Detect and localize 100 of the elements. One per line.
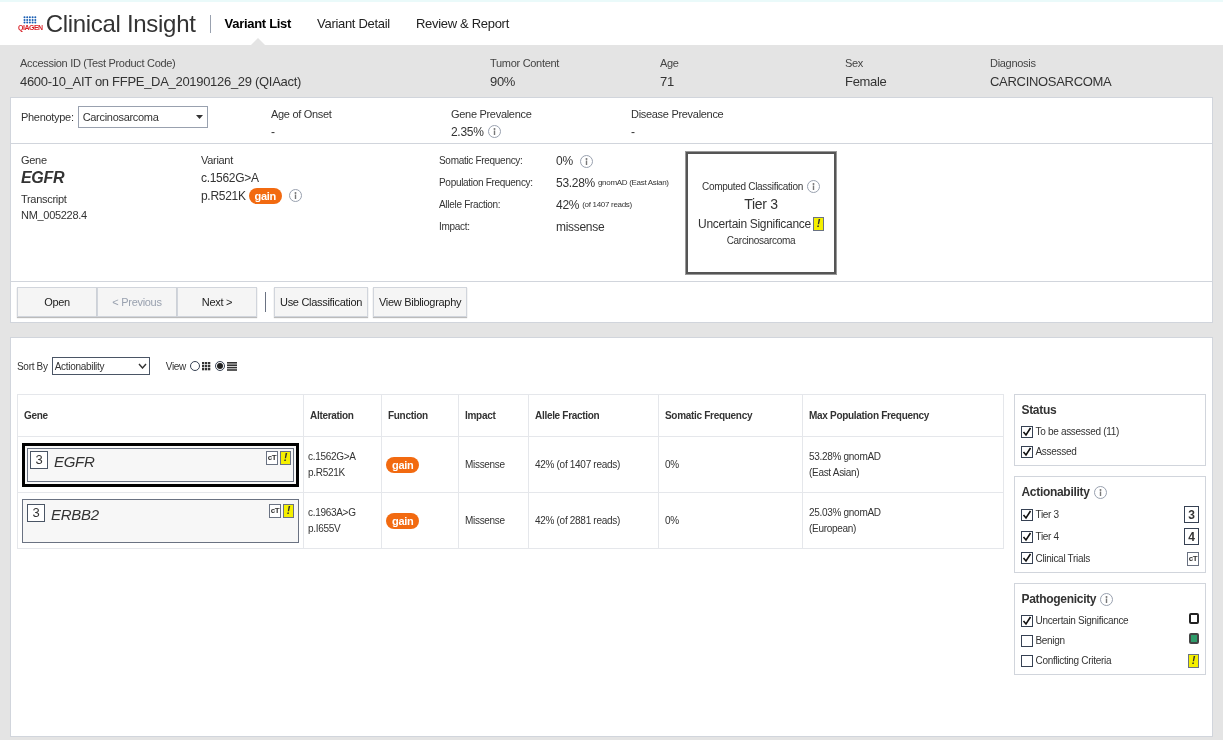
grid-icon: [202, 361, 211, 371]
gene-name: EGFR: [54, 451, 95, 472]
nav-tab[interactable]: Variant List: [224, 1, 292, 46]
action-button[interactable]: Use Classification: [274, 287, 369, 317]
population-frequency: 25.03% gnomAD: [809, 505, 882, 520]
field-label: Gene Prevalence: [451, 107, 533, 122]
population-region: (European): [809, 521, 858, 536]
filter-option[interactable]: Uncertain Significance: [1035, 613, 1129, 628]
field-value: -: [631, 123, 635, 141]
table-cell: 42% (of 1407 reads): [528, 436, 659, 493]
warning-flag: !: [1188, 653, 1199, 668]
info-label: Sex: [845, 56, 865, 71]
info-label: Diagnosis: [990, 56, 1037, 71]
variant-label: Variant: [201, 153, 235, 168]
warning-flag: !: [812, 216, 824, 231]
sort-select[interactable]: Actionability: [51, 357, 150, 375]
stat-label: Somatic Frequency:: [439, 154, 524, 168]
field-value: 2.35%: [451, 123, 484, 141]
protein-change: p.R521K: [308, 465, 346, 480]
phenotype-select[interactable]: Carcinosarcoma: [77, 106, 208, 128]
tier-badge: 4: [1184, 528, 1199, 545]
filter-option[interactable]: Clinical Trials: [1035, 550, 1090, 566]
gene-name: ERBB2: [51, 504, 99, 525]
filter-option[interactable]: Assessed: [1035, 444, 1077, 459]
info-label: Accession ID (Test Product Code): [20, 56, 177, 71]
cdna-change: c.1963A>G: [308, 505, 357, 520]
column-header: Somatic Frequency: [658, 394, 803, 437]
list-icon: [227, 361, 237, 371]
column-header: Gene: [17, 394, 304, 437]
gene-card[interactable]: 3 ERBB2 cT !: [22, 498, 299, 543]
checkbox[interactable]: [1021, 445, 1034, 458]
column-header: Impact: [458, 394, 529, 437]
logo-icon: [23, 16, 38, 24]
phenotype-label: Phenotype:: [21, 109, 74, 125]
checkbox[interactable]: [1021, 508, 1034, 521]
checkbox[interactable]: [1021, 614, 1034, 627]
caret-icon: [195, 115, 203, 119]
filter-option[interactable]: Benign: [1035, 633, 1065, 648]
view-radio[interactable]: [215, 361, 225, 371]
info-value: 4600-10_AIT on FFPE_DA_20190126_29 (QIAact): [20, 72, 302, 91]
filter-title: Pathogenicity: [1021, 591, 1097, 608]
population-region: (East Asian): [809, 465, 861, 480]
table-cell: 0%: [658, 436, 803, 493]
tier-badge: 3: [30, 450, 48, 469]
stat-label: Allele Fraction:: [439, 198, 502, 212]
stat-value: 42%: [556, 197, 580, 214]
column-header: Function: [381, 394, 459, 437]
column-header: Max Population Frequency: [802, 394, 1004, 437]
checkbox[interactable]: [1021, 654, 1034, 667]
info-value: Female: [845, 72, 888, 91]
info-value: 71: [660, 72, 675, 91]
filter-option[interactable]: Tier 4: [1035, 529, 1059, 544]
stat-note: (of 1407 reads): [582, 199, 632, 211]
square-icon: [1189, 633, 1199, 644]
checkbox[interactable]: [1021, 530, 1034, 543]
info-value: CARCINOSARCOMA: [990, 72, 1113, 91]
cdna-change: c.1562G>A: [308, 449, 357, 464]
filter-option[interactable]: To be assessed (11): [1035, 424, 1120, 439]
checkbox[interactable]: [1021, 634, 1034, 647]
view-label: View: [165, 359, 186, 374]
protein-change: p.I655V: [308, 521, 342, 536]
action-button[interactable]: Open: [17, 287, 97, 317]
classification-disease: Carcinosarcoma: [726, 233, 796, 248]
table-cell: Missense: [458, 436, 529, 493]
action-button[interactable]: View Bibliography: [373, 287, 468, 317]
action-button[interactable]: Next >: [177, 287, 257, 317]
transcript-label: Transcript: [21, 191, 68, 207]
stat-value: 53.28%: [556, 175, 595, 192]
function-badge: gain: [386, 456, 420, 473]
tier-badge: 3: [1184, 506, 1199, 523]
filter-title: Status: [1021, 402, 1057, 419]
filter-option[interactable]: Conflicting Criteria: [1035, 653, 1112, 668]
trial-badge: cT: [1187, 552, 1199, 566]
sort-label: Sort By: [17, 359, 48, 374]
tier-label: Tier 3: [744, 194, 778, 214]
stat-label: Population Frequency:: [439, 176, 534, 190]
population-frequency: 53.28% gnomAD: [809, 449, 882, 464]
info-value: 90%: [490, 72, 517, 91]
gene-card[interactable]: 3 EGFR cT !: [22, 442, 299, 487]
caret-icon: [137, 363, 147, 369]
nav-tab[interactable]: Review & Report: [415, 1, 509, 46]
app-title: Clinical Insight: [45, 11, 196, 36]
gene-name: EGFR: [21, 168, 66, 187]
stat-note: gnomAD (East Asian): [597, 177, 669, 189]
cdna-change: c.1562G>A: [201, 169, 260, 187]
column-header: Allele Fraction: [528, 394, 659, 437]
tier-badge: 3: [27, 503, 45, 522]
info-label: Tumor Content: [490, 56, 561, 71]
checkbox[interactable]: [1021, 552, 1034, 564]
filter-option[interactable]: Tier 3: [1035, 507, 1059, 522]
trial-badge: cT: [269, 503, 281, 518]
stat-value: missense: [556, 219, 605, 236]
square-icon: [1189, 613, 1199, 624]
checkbox[interactable]: [1021, 425, 1034, 438]
nav-tab[interactable]: Variant Detail: [317, 1, 390, 46]
trial-badge: cT: [266, 450, 278, 465]
function-badge: gain: [248, 187, 283, 204]
warning-flag: !: [283, 503, 294, 518]
classification-significance: Uncertain Significance: [698, 215, 811, 233]
protein-change: p.R521K: [201, 187, 246, 205]
